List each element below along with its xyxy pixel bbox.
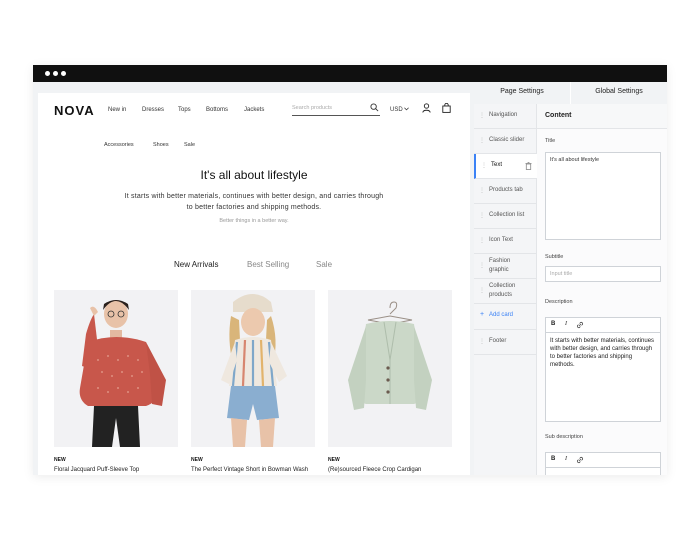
nav-item-tops[interactable]: Tops: [178, 107, 191, 113]
section-label: Navigation: [489, 112, 518, 118]
product-photo-red-sweater: [54, 290, 178, 447]
content-heading: Content: [545, 112, 572, 119]
subnav-item-sale[interactable]: Sale: [184, 142, 195, 148]
product-photo-cardigan: [328, 290, 452, 447]
drag-handle-icon[interactable]: ⋮: [479, 263, 485, 269]
chevron-down-icon: [404, 107, 410, 111]
subtitle-placeholder: Input title: [550, 271, 573, 277]
link-icon[interactable]: [576, 321, 584, 329]
product-photo-striped-shirt: [191, 290, 315, 447]
bold-button[interactable]: B: [551, 321, 555, 327]
window-dot-icon[interactable]: [61, 71, 66, 76]
section-label: Fashion graphic: [489, 258, 511, 273]
window-dot-icon[interactable]: [53, 71, 58, 76]
italic-button[interactable]: I: [565, 456, 567, 462]
product-name[interactable]: (Re)sourced Fleece Crop Cardigan: [328, 467, 421, 473]
sub-description-editor[interactable]: B I: [545, 452, 661, 475]
section-item-footer[interactable]: ⋮ Footer: [474, 329, 536, 355]
section-item-fashion-graphic[interactable]: ⋮ Fashion graphic: [474, 254, 536, 279]
search-icon[interactable]: [370, 103, 379, 112]
section-label: Products tab: [489, 187, 523, 193]
product-image[interactable]: [191, 290, 315, 447]
add-card-row[interactable]: + Add card: [474, 304, 536, 326]
subnav-item-accessories[interactable]: Accessories: [104, 142, 134, 148]
section-item-collection-products[interactable]: ⋮ Collection products: [474, 279, 536, 304]
subtitle-label: Subtitle: [545, 254, 564, 260]
drag-handle-icon[interactable]: ⋮: [479, 138, 485, 144]
tab-global-settings[interactable]: Global Settings: [571, 82, 667, 104]
content-editor: Content Title It's all about lifestyle S…: [537, 104, 667, 475]
store-logo[interactable]: NOVA: [54, 103, 95, 118]
plus-icon[interactable]: +: [480, 311, 484, 318]
drag-handle-icon[interactable]: ⋮: [479, 188, 485, 194]
store-preview: NOVA New in Dresses Tops Bottoms Jackets…: [38, 93, 470, 475]
section-label: Classic slider: [489, 137, 525, 143]
user-icon[interactable]: [422, 103, 431, 113]
subtitle-field[interactable]: Input title: [545, 266, 661, 282]
subnav-item-shoes[interactable]: Shoes: [153, 142, 169, 148]
search-placeholder: Search products: [292, 105, 333, 111]
rich-text-toolbar: B I: [546, 453, 660, 468]
trash-icon[interactable]: [525, 162, 532, 170]
drag-handle-icon[interactable]: ⋮: [479, 213, 485, 219]
add-card-button[interactable]: Add card: [489, 312, 513, 318]
drag-handle-icon[interactable]: ⋮: [479, 339, 485, 345]
section-item-navigation[interactable]: ⋮ Navigation: [474, 104, 536, 129]
section-label: Footer: [489, 338, 507, 344]
section-label: Icon Text: [489, 237, 513, 243]
drag-handle-icon[interactable]: ⋮: [479, 113, 485, 119]
hero-text: It starts with better materials, continu…: [124, 193, 384, 211]
tab-new-arrivals[interactable]: New Arrivals: [174, 260, 218, 269]
description-editor[interactable]: B I It starts with better materials, con…: [545, 317, 661, 422]
product-name[interactable]: Floral Jacquard Puff-Sleeve Top: [54, 467, 139, 473]
search-input[interactable]: Search products: [292, 101, 380, 116]
product-badge: NEW: [328, 457, 340, 463]
section-list: ⋮ Navigation ⋮ Classic slider ⋮ Text ⋮ P…: [474, 104, 538, 475]
currency-select[interactable]: USD: [390, 107, 410, 113]
nav-item-jackets[interactable]: Jackets: [244, 107, 264, 113]
product-image[interactable]: [328, 290, 452, 447]
tab-sale[interactable]: Sale: [316, 260, 332, 269]
description-label: Description: [545, 299, 573, 305]
section-label: Collection products: [489, 283, 516, 298]
section-item-collection-list[interactable]: ⋮ Collection list: [474, 204, 536, 229]
title-value: It's all about lifestyle: [550, 157, 600, 163]
description-text: It starts with better materials, continu…: [550, 338, 655, 368]
product-badge: NEW: [54, 457, 66, 463]
tab-best-selling[interactable]: Best Selling: [247, 260, 289, 269]
drag-handle-icon[interactable]: ⋮: [481, 163, 487, 169]
rich-text-toolbar: B I: [546, 318, 660, 333]
section-label: Collection list: [489, 212, 525, 218]
window-titlebar: [33, 65, 667, 82]
section-label: Text: [491, 162, 503, 168]
title-field[interactable]: It's all about lifestyle: [545, 152, 661, 240]
title-label: Title: [545, 138, 556, 144]
hero-subtext: Better things in a better way.: [219, 218, 289, 224]
section-item-products-tab[interactable]: ⋮ Products tab: [474, 179, 536, 204]
section-item-classic-slider[interactable]: ⋮ Classic slider: [474, 129, 536, 154]
product-name[interactable]: The Perfect Vintage Short in Bowman Wash: [191, 467, 308, 473]
currency-label: USD: [390, 107, 403, 113]
window-dot-icon[interactable]: [45, 71, 50, 76]
sub-description-label: Sub description: [545, 434, 583, 440]
tab-page-settings[interactable]: Page Settings: [474, 82, 570, 106]
section-item-icon-text[interactable]: ⋮ Icon Text: [474, 229, 536, 254]
drag-handle-icon[interactable]: ⋮: [479, 238, 485, 244]
section-item-text[interactable]: ⋮ Text: [474, 154, 538, 179]
content-header: Content: [537, 104, 667, 129]
settings-panel: Page Settings Global Settings ⋮ Navigati…: [474, 82, 667, 475]
nav-item-bottoms[interactable]: Bottoms: [206, 107, 228, 113]
product-image[interactable]: [54, 290, 178, 447]
nav-item-new-in[interactable]: New in: [108, 107, 126, 113]
product-badge: NEW: [191, 457, 203, 463]
link-icon[interactable]: [576, 456, 584, 464]
hero-title: It's all about lifestyle: [200, 168, 308, 182]
nav-item-dresses[interactable]: Dresses: [142, 107, 164, 113]
app-window: NOVA New in Dresses Tops Bottoms Jackets…: [33, 65, 667, 475]
drag-handle-icon[interactable]: ⋮: [479, 288, 485, 294]
bold-button[interactable]: B: [551, 456, 555, 462]
italic-button[interactable]: I: [565, 321, 567, 327]
bag-icon[interactable]: [442, 103, 451, 113]
